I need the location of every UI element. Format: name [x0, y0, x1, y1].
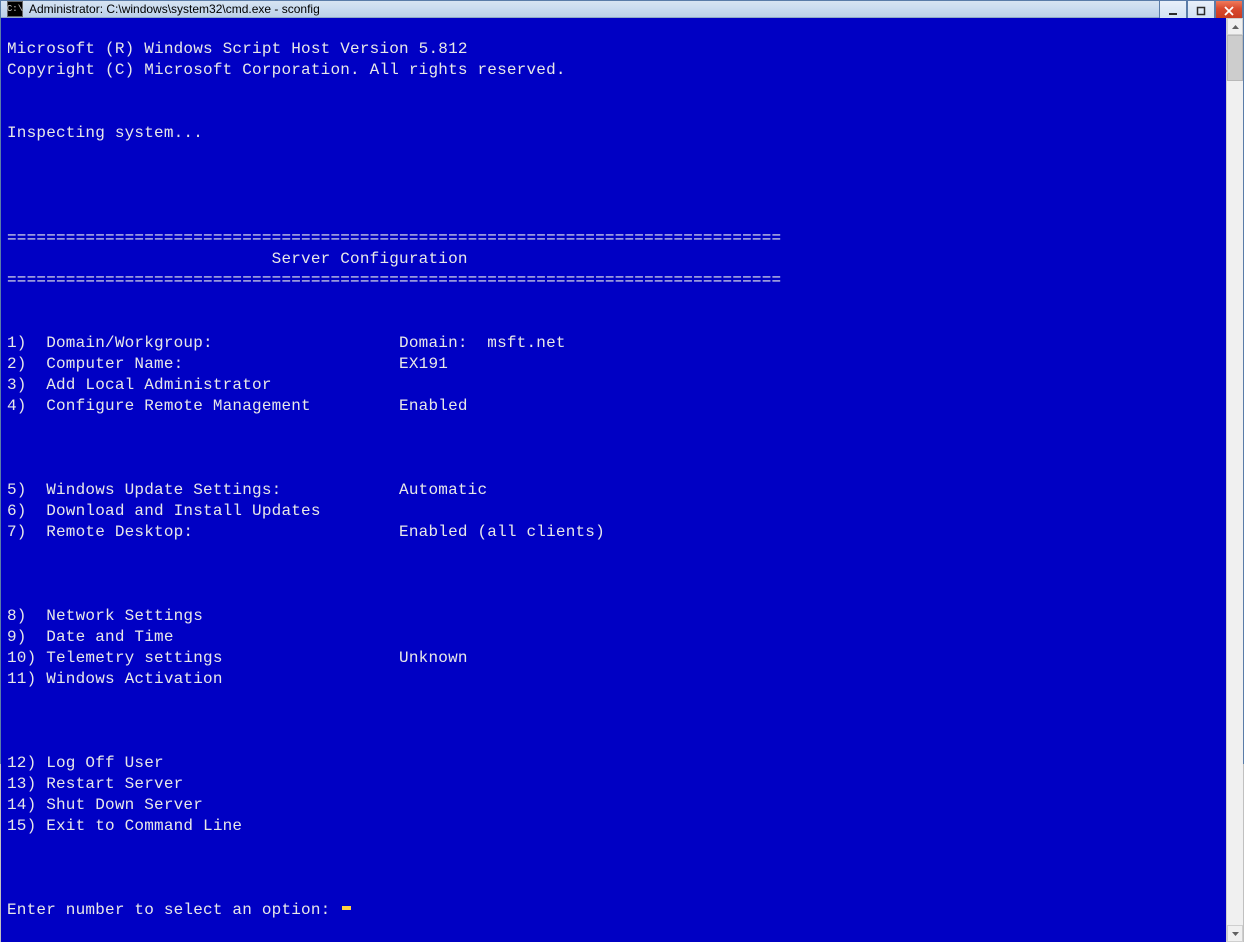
scroll-thumb[interactable] [1227, 35, 1243, 81]
vertical-scrollbar[interactable] [1226, 18, 1243, 942]
blank-line [7, 144, 1226, 165]
chevron-down-icon [1232, 932, 1239, 936]
menu-line: 5) Windows Update Settings: Automatic 6)… [7, 481, 605, 541]
maximize-icon [1196, 6, 1206, 16]
window-title: Administrator: C:\windows\system32\cmd.e… [29, 2, 320, 16]
titlebar[interactable]: C:\ Administrator: C:\windows\system32\c… [1, 1, 1243, 18]
chevron-up-icon [1232, 25, 1239, 29]
blank-line [7, 564, 1226, 585]
blank-line [7, 81, 1226, 102]
cmd-icon: C:\ [7, 1, 23, 17]
scroll-down-button[interactable] [1227, 925, 1243, 942]
menu-line: 1) Domain/Workgroup: Domain: msft.net 2)… [7, 334, 566, 415]
cmd-window: C:\ Administrator: C:\windows\system32\c… [0, 0, 1244, 764]
blank-line [7, 291, 1226, 312]
banner-title: Server Configuration [7, 250, 468, 268]
text-cursor [342, 906, 351, 910]
scroll-up-button[interactable] [1227, 18, 1243, 35]
header-line-2: Copyright (C) Microsoft Corporation. All… [7, 61, 566, 79]
blank-line [7, 186, 1226, 207]
divider-top: ========================================… [7, 229, 781, 247]
menu-line: 8) Network Settings 9) Date and Time 10)… [7, 607, 468, 688]
minimize-icon [1168, 6, 1178, 16]
menu-line: 12) Log Off User 13) Restart Server 14) … [7, 754, 399, 835]
menu-group-4: 12) Log Off User 13) Restart Server 14) … [7, 753, 1226, 837]
blank-line [7, 858, 1226, 879]
menu-group-2: 5) Windows Update Settings: Automatic 6)… [7, 480, 1226, 543]
menu-group-3: 8) Network Settings 9) Date and Time 10)… [7, 606, 1226, 690]
client-area: Microsoft (R) Windows Script Host Versio… [1, 18, 1243, 942]
console-output[interactable]: Microsoft (R) Windows Script Host Versio… [1, 18, 1226, 942]
close-icon [1224, 6, 1234, 16]
inspecting-line: Inspecting system... [7, 124, 203, 142]
header-line-1: Microsoft (R) Windows Script Host Versio… [7, 40, 468, 58]
blank-line [7, 438, 1226, 459]
blank-line [7, 711, 1226, 732]
menu-group-1: 1) Domain/Workgroup: Domain: msft.net 2)… [7, 333, 1226, 417]
divider-bottom: ========================================… [7, 271, 781, 289]
scroll-track[interactable] [1227, 35, 1243, 925]
input-prompt[interactable]: Enter number to select an option: [7, 901, 340, 919]
